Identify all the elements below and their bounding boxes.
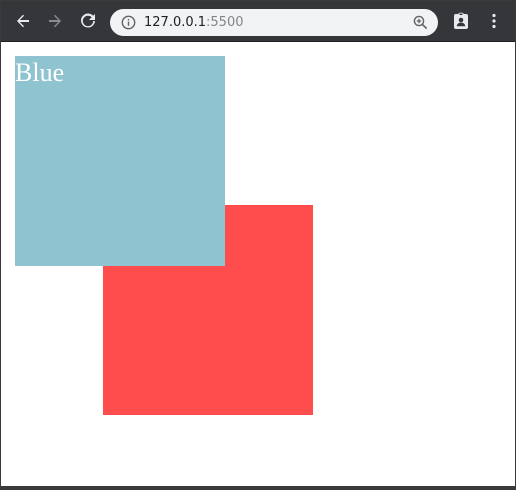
url-port: :5500 [206, 15, 244, 30]
extension-icon [454, 12, 468, 29]
back-button[interactable] [11, 9, 35, 33]
zoom-in-icon[interactable] [413, 15, 428, 30]
url-text[interactable]: 127.0.0.1:5500 [144, 14, 244, 31]
window-bottom-border [1, 486, 515, 489]
blue-box: Blue [15, 56, 225, 266]
browser-window: 127.0.0.1:5500 Blue [0, 0, 516, 490]
info-icon[interactable] [121, 15, 136, 30]
menu-button[interactable] [483, 10, 505, 32]
forward-button[interactable] [43, 9, 67, 33]
reload-button[interactable] [76, 9, 100, 33]
arrow-left-icon [17, 14, 29, 28]
page-viewport: Blue [1, 42, 515, 486]
blue-box-label: Blue [15, 58, 65, 87]
address-bar[interactable]: 127.0.0.1:5500 [110, 9, 438, 36]
reload-icon [81, 13, 95, 28]
arrow-right-icon [49, 14, 61, 28]
extension-button[interactable] [450, 10, 472, 32]
url-host: 127.0.0.1 [144, 15, 207, 30]
kebab-menu-icon [492, 13, 496, 29]
browser-toolbar: 127.0.0.1:5500 [1, 1, 515, 42]
